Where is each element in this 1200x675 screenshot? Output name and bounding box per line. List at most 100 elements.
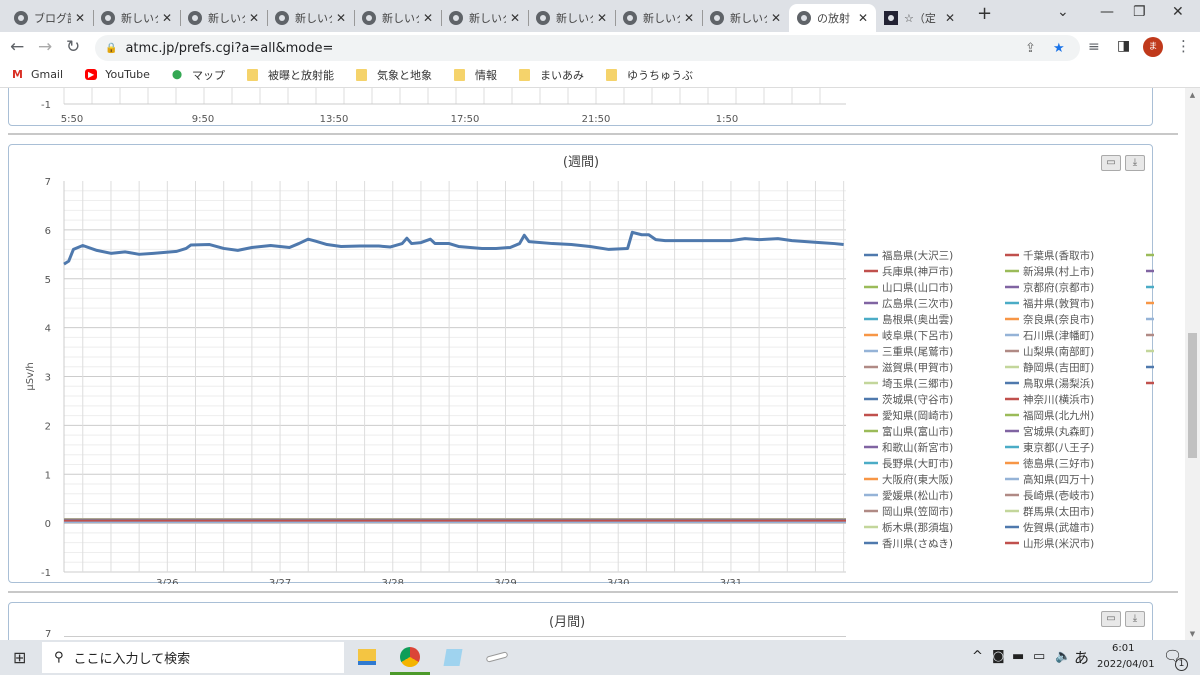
- tab[interactable]: の放射 ✕: [789, 4, 876, 32]
- download-icon[interactable]: ⤓: [1125, 611, 1145, 627]
- tab-close-icon[interactable]: ✕: [162, 11, 172, 25]
- tab[interactable]: 新しいタ ✕: [354, 4, 441, 32]
- bookmark-item[interactable]: 被曝と放射能: [247, 67, 334, 83]
- share-icon[interactable]: ⇪: [1025, 41, 1036, 56]
- legend-item[interactable]: 山形県(米沢市): [1023, 537, 1094, 550]
- clock-time[interactable]: 6:01: [1112, 643, 1134, 654]
- bookmark-item[interactable]: 情報: [454, 67, 497, 83]
- tab[interactable]: 新しいタ ✕: [180, 4, 267, 32]
- notepad-icon[interactable]: [443, 649, 463, 666]
- battery-icon[interactable]: ▬: [1012, 649, 1024, 664]
- new-tab-button[interactable]: +: [977, 3, 992, 24]
- legend-item[interactable]: 岐阜県(下呂市): [882, 329, 953, 342]
- legend-item[interactable]: 神奈川(横浜市): [1023, 393, 1094, 406]
- bookmark-item[interactable]: ⬤ マップ: [172, 67, 225, 83]
- legend-item[interactable]: 滋賀県(甲賀市): [882, 361, 953, 374]
- tab[interactable]: 新しいタ ✕: [615, 4, 702, 32]
- tab-close-icon[interactable]: ✕: [510, 11, 520, 25]
- legend-item[interactable]: 福岡県(北九州): [1023, 409, 1094, 422]
- file-explorer-icon[interactable]: [358, 649, 376, 665]
- print-icon[interactable]: ▭: [1101, 155, 1121, 171]
- reading-list-icon[interactable]: ≡: [1088, 39, 1100, 55]
- legend-item[interactable]: 山梨県(南部町): [1023, 345, 1094, 358]
- clock-date[interactable]: 2022/04/01: [1097, 659, 1155, 670]
- scroll-down-arrow[interactable]: ▼: [1185, 630, 1200, 638]
- tab[interactable]: 新しいタ ✕: [267, 4, 354, 32]
- back-icon[interactable]: ←: [10, 37, 24, 57]
- tab-close-icon[interactable]: ✕: [858, 11, 868, 25]
- bookmark-item[interactable]: M Gmail: [12, 68, 63, 81]
- tab-close-icon[interactable]: ✕: [249, 11, 259, 25]
- ime-indicator[interactable]: あ: [1074, 647, 1089, 668]
- legend-item[interactable]: 栃木県(那須塩): [882, 521, 953, 534]
- forward-icon[interactable]: →: [38, 37, 52, 57]
- legend-item[interactable]: 愛知県(岡崎市): [882, 409, 953, 422]
- chrome-icon[interactable]: [400, 647, 420, 667]
- app-icon[interactable]: [485, 651, 509, 663]
- tab-close-icon[interactable]: ✕: [336, 11, 346, 25]
- tab[interactable]: 新しいタ ✕: [93, 4, 180, 32]
- restore-button[interactable]: ❐: [1133, 4, 1146, 20]
- url-bar[interactable]: 🔒 atmc.jp/prefs.cgi?a=all&mode= ⇪ ★: [95, 35, 1080, 61]
- legend-item[interactable]: 広島県(三次市): [882, 297, 953, 310]
- bookmark-item[interactable]: ▶ YouTube: [85, 68, 150, 81]
- legend-item[interactable]: 長野県(大町市): [882, 457, 953, 470]
- legend-item[interactable]: 兵庫県(神戸市): [882, 265, 953, 278]
- legend-item[interactable]: 石川県(津幡町): [1023, 329, 1094, 342]
- download-icon[interactable]: ⤓: [1125, 155, 1145, 171]
- windows-start-icon[interactable]: ⊞: [13, 648, 26, 667]
- bookmark-star-icon[interactable]: ★: [1053, 41, 1065, 56]
- legend-item[interactable]: 東京都(八王子): [1023, 441, 1094, 454]
- volume-icon[interactable]: 🔈: [1055, 649, 1071, 664]
- tab-close-icon[interactable]: ✕: [423, 11, 433, 25]
- legend-item[interactable]: 山口県(山口市): [882, 281, 953, 294]
- tray-expand-icon[interactable]: ^: [972, 649, 983, 664]
- legend-item[interactable]: 鳥取県(湯梨浜): [1023, 377, 1094, 390]
- tab-close-icon[interactable]: ✕: [75, 11, 85, 25]
- legend-item[interactable]: 福井県(敦賀市): [1023, 297, 1094, 310]
- legend-item[interactable]: 千葉県(香取市): [1023, 249, 1094, 262]
- legend-item[interactable]: 佐賀県(武雄市): [1023, 521, 1094, 534]
- camera-icon[interactable]: ◙: [992, 649, 1005, 664]
- tab[interactable]: ブログ記 ✕: [6, 4, 93, 32]
- legend-item[interactable]: 静岡県(吉田町): [1023, 361, 1094, 374]
- legend-item[interactable]: 奈良県(奈良市): [1023, 313, 1094, 326]
- legend-item[interactable]: 徳島県(三好市): [1023, 457, 1094, 470]
- tab-close-icon[interactable]: ✕: [771, 11, 781, 25]
- bookmark-item[interactable]: まいあみ: [519, 67, 584, 83]
- legend-item[interactable]: 三重県(尾鷲市): [882, 345, 953, 358]
- tab-close-icon[interactable]: ✕: [597, 11, 607, 25]
- avatar[interactable]: ま: [1143, 37, 1163, 57]
- side-panel-icon[interactable]: ◨: [1117, 38, 1130, 54]
- reload-icon[interactable]: ↻: [66, 37, 80, 57]
- legend-item[interactable]: 福島県(大沢三): [882, 249, 953, 262]
- legend-item[interactable]: 高知県(四万十): [1023, 473, 1094, 486]
- legend-item[interactable]: 長崎県(壱岐市): [1023, 489, 1094, 502]
- scroll-up-arrow[interactable]: ▲: [1185, 91, 1200, 99]
- menu-icon[interactable]: ⋮: [1176, 37, 1191, 55]
- bookmark-item[interactable]: ゆうちゅうぶ: [606, 67, 693, 83]
- bookmark-item[interactable]: 気象と地象: [356, 67, 432, 83]
- tab-search-icon[interactable]: ⌄: [1057, 4, 1069, 20]
- print-icon[interactable]: ▭: [1101, 611, 1121, 627]
- tab[interactable]: 新しいタ ✕: [441, 4, 528, 32]
- network-icon[interactable]: ▭: [1033, 649, 1045, 664]
- legend-item[interactable]: 埼玉県(三郷市): [882, 377, 953, 390]
- legend-item[interactable]: 和歌山(新宮市): [882, 441, 953, 454]
- page-scrollbar[interactable]: ▲ ▼: [1185, 88, 1200, 640]
- legend-item[interactable]: 岡山県(笠岡市): [882, 505, 953, 518]
- close-window-button[interactable]: ✕: [1172, 4, 1184, 20]
- legend-item[interactable]: 香川県(さぬき): [882, 538, 953, 550]
- legend-item[interactable]: 富山県(富山市): [882, 425, 953, 438]
- legend-item[interactable]: 新潟県(村上市): [1023, 265, 1094, 278]
- legend-item[interactable]: 群馬県(太田市): [1023, 505, 1094, 518]
- legend-item[interactable]: 大阪府(東大阪): [882, 473, 953, 486]
- legend-item[interactable]: 茨城県(守谷市): [882, 393, 953, 406]
- minimize-button[interactable]: —: [1100, 4, 1114, 20]
- legend-item[interactable]: 宮城県(丸森町): [1023, 425, 1094, 438]
- taskbar-search[interactable]: ⚲ ここに入力して検索: [42, 642, 344, 673]
- tab-close-icon[interactable]: ✕: [945, 11, 955, 25]
- tab[interactable]: 新しいタ ✕: [528, 4, 615, 32]
- legend-item[interactable]: 京都府(京都市): [1023, 281, 1094, 294]
- legend-item[interactable]: 愛媛県(松山市): [882, 489, 953, 502]
